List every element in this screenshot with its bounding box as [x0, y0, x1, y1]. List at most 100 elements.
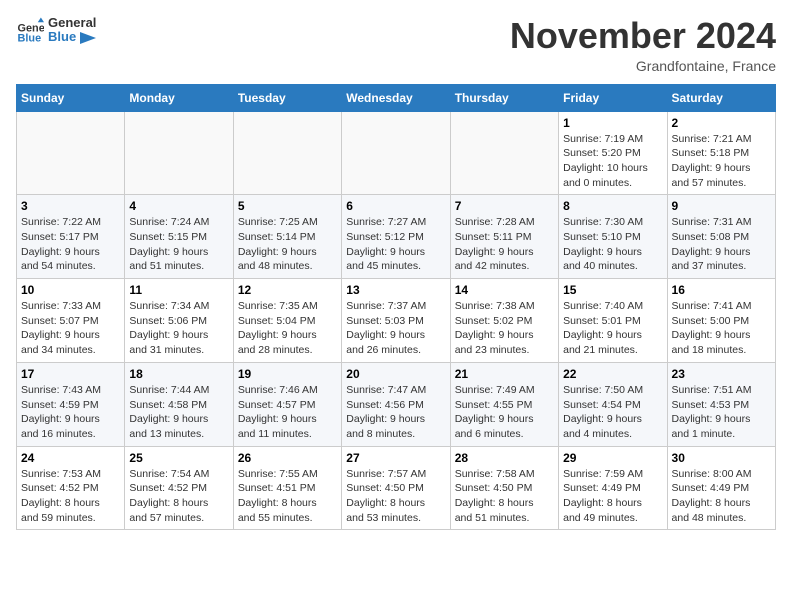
title-block: November 2024 Grandfontaine, France — [510, 16, 776, 74]
calendar-cell: 11Sunrise: 7:34 AM Sunset: 5:06 PM Dayli… — [125, 279, 233, 363]
calendar-cell — [17, 111, 125, 195]
calendar-week-row: 1 Sunrise: 7:19 AM Sunset: 5:20 PM Daylig… — [17, 111, 776, 195]
calendar-cell: 1 Sunrise: 7:19 AM Sunset: 5:20 PM Daylig… — [559, 111, 667, 195]
day-info: Sunrise: 7:50 AM Sunset: 4:54 PM Dayligh… — [563, 383, 662, 442]
calendar-header-thursday: Thursday — [450, 84, 558, 111]
calendar-cell: 2 Sunrise: 7:21 AM Sunset: 5:18 PM Daylig… — [667, 111, 775, 195]
day-number: 26 — [238, 451, 337, 465]
day-info: Sunrise: 7:46 AM Sunset: 4:57 PM Dayligh… — [238, 383, 337, 442]
day-info: Sunrise: 7:38 AM Sunset: 5:02 PM Dayligh… — [455, 299, 554, 358]
day-info: Sunrise: 7:49 AM Sunset: 4:55 PM Dayligh… — [455, 383, 554, 442]
calendar-cell: 19 Sunrise: 7:46 AM Sunset: 4:57 PM Dayli… — [233, 362, 341, 446]
calendar-cell: 9Sunrise: 7:31 AM Sunset: 5:08 PM Daylig… — [667, 195, 775, 279]
calendar-cell: 16Sunrise: 7:41 AM Sunset: 5:00 PM Dayli… — [667, 279, 775, 363]
day-number: 13 — [346, 283, 445, 297]
day-number: 28 — [455, 451, 554, 465]
logo: General Blue General Blue — [16, 16, 96, 45]
day-info: Sunrise: 7:44 AM Sunset: 4:58 PM Dayligh… — [129, 383, 228, 442]
calendar-cell: 27 Sunrise: 7:57 AM Sunset: 4:50 PM Dayli… — [342, 446, 450, 530]
day-number: 5 — [238, 199, 337, 213]
day-number: 23 — [672, 367, 771, 381]
day-info: Sunrise: 7:35 AM Sunset: 5:04 PM Dayligh… — [238, 299, 337, 358]
day-number: 14 — [455, 283, 554, 297]
calendar-cell: 22 Sunrise: 7:50 AM Sunset: 4:54 PM Dayli… — [559, 362, 667, 446]
day-number: 10 — [21, 283, 120, 297]
day-info: Sunrise: 7:58 AM Sunset: 4:50 PM Dayligh… — [455, 467, 554, 526]
calendar-cell: 3 Sunrise: 7:22 AM Sunset: 5:17 PM Daylig… — [17, 195, 125, 279]
calendar-cell: 25Sunrise: 7:54 AM Sunset: 4:52 PM Dayli… — [125, 446, 233, 530]
calendar-cell: 15Sunrise: 7:40 AM Sunset: 5:01 PM Dayli… — [559, 279, 667, 363]
month-title: November 2024 — [510, 16, 776, 56]
day-number: 16 — [672, 283, 771, 297]
calendar-header-wednesday: Wednesday — [342, 84, 450, 111]
calendar-cell: 10 Sunrise: 7:33 AM Sunset: 5:07 PM Dayli… — [17, 279, 125, 363]
day-info: Sunrise: 7:30 AM Sunset: 5:10 PM Dayligh… — [563, 215, 662, 274]
day-info: Sunrise: 7:51 AM Sunset: 4:53 PM Dayligh… — [672, 383, 771, 442]
calendar-header-row: SundayMondayTuesdayWednesdayThursdayFrid… — [17, 84, 776, 111]
calendar-header-sunday: Sunday — [17, 84, 125, 111]
day-info: Sunrise: 7:34 AM Sunset: 5:06 PM Dayligh… — [129, 299, 228, 358]
day-info: Sunrise: 7:19 AM Sunset: 5:20 PM Dayligh… — [563, 132, 662, 191]
calendar-cell: 26 Sunrise: 7:55 AM Sunset: 4:51 PM Dayli… — [233, 446, 341, 530]
calendar-week-row: 17Sunrise: 7:43 AM Sunset: 4:59 PM Dayli… — [17, 362, 776, 446]
day-info: Sunrise: 7:24 AM Sunset: 5:15 PM Dayligh… — [129, 215, 228, 274]
day-number: 19 — [238, 367, 337, 381]
day-number: 3 — [21, 199, 120, 213]
calendar-cell: 17Sunrise: 7:43 AM Sunset: 4:59 PM Dayli… — [17, 362, 125, 446]
calendar-cell: 30 Sunrise: 8:00 AM Sunset: 4:49 PM Dayli… — [667, 446, 775, 530]
day-number: 2 — [672, 116, 771, 130]
calendar-week-row: 24Sunrise: 7:53 AM Sunset: 4:52 PM Dayli… — [17, 446, 776, 530]
calendar-cell: 24Sunrise: 7:53 AM Sunset: 4:52 PM Dayli… — [17, 446, 125, 530]
day-info: Sunrise: 8:00 AM Sunset: 4:49 PM Dayligh… — [672, 467, 771, 526]
logo-icon: General Blue — [16, 16, 44, 44]
calendar-cell: 4 Sunrise: 7:24 AM Sunset: 5:15 PM Daylig… — [125, 195, 233, 279]
logo-general-text: General — [48, 16, 96, 30]
calendar-cell: 7 Sunrise: 7:28 AM Sunset: 5:11 PM Daylig… — [450, 195, 558, 279]
day-number: 29 — [563, 451, 662, 465]
calendar-header-monday: Monday — [125, 84, 233, 111]
calendar-cell: 20Sunrise: 7:47 AM Sunset: 4:56 PM Dayli… — [342, 362, 450, 446]
location-subtitle: Grandfontaine, France — [510, 58, 776, 74]
day-number: 6 — [346, 199, 445, 213]
calendar-cell: 14 Sunrise: 7:38 AM Sunset: 5:02 PM Dayli… — [450, 279, 558, 363]
page-header: General Blue General Blue November 2024 … — [16, 16, 776, 74]
day-info: Sunrise: 7:25 AM Sunset: 5:14 PM Dayligh… — [238, 215, 337, 274]
calendar-cell: 28 Sunrise: 7:58 AM Sunset: 4:50 PM Dayli… — [450, 446, 558, 530]
day-number: 4 — [129, 199, 228, 213]
svg-text:Blue: Blue — [18, 33, 42, 44]
day-number: 8 — [563, 199, 662, 213]
day-info: Sunrise: 7:22 AM Sunset: 5:17 PM Dayligh… — [21, 215, 120, 274]
day-info: Sunrise: 7:21 AM Sunset: 5:18 PM Dayligh… — [672, 132, 771, 191]
calendar-week-row: 10 Sunrise: 7:33 AM Sunset: 5:07 PM Dayli… — [17, 279, 776, 363]
calendar-cell: 29 Sunrise: 7:59 AM Sunset: 4:49 PM Dayli… — [559, 446, 667, 530]
day-number: 20 — [346, 367, 445, 381]
calendar-cell: 18Sunrise: 7:44 AM Sunset: 4:58 PM Dayli… — [125, 362, 233, 446]
logo-arrow-icon — [80, 32, 96, 44]
day-number: 27 — [346, 451, 445, 465]
day-number: 15 — [563, 283, 662, 297]
calendar-cell — [342, 111, 450, 195]
day-number: 24 — [21, 451, 120, 465]
day-info: Sunrise: 7:55 AM Sunset: 4:51 PM Dayligh… — [238, 467, 337, 526]
day-number: 9 — [672, 199, 771, 213]
day-info: Sunrise: 7:28 AM Sunset: 5:11 PM Dayligh… — [455, 215, 554, 274]
calendar-cell: 13Sunrise: 7:37 AM Sunset: 5:03 PM Dayli… — [342, 279, 450, 363]
day-info: Sunrise: 7:57 AM Sunset: 4:50 PM Dayligh… — [346, 467, 445, 526]
day-number: 30 — [672, 451, 771, 465]
day-number: 21 — [455, 367, 554, 381]
day-number: 7 — [455, 199, 554, 213]
calendar-header-tuesday: Tuesday — [233, 84, 341, 111]
day-info: Sunrise: 7:27 AM Sunset: 5:12 PM Dayligh… — [346, 215, 445, 274]
calendar-cell — [450, 111, 558, 195]
day-number: 1 — [563, 116, 662, 130]
day-number: 12 — [238, 283, 337, 297]
calendar-week-row: 3 Sunrise: 7:22 AM Sunset: 5:17 PM Daylig… — [17, 195, 776, 279]
calendar-cell: 6 Sunrise: 7:27 AM Sunset: 5:12 PM Daylig… — [342, 195, 450, 279]
calendar-cell: 12 Sunrise: 7:35 AM Sunset: 5:04 PM Dayli… — [233, 279, 341, 363]
day-number: 25 — [129, 451, 228, 465]
day-number: 22 — [563, 367, 662, 381]
calendar-header-saturday: Saturday — [667, 84, 775, 111]
day-number: 17 — [21, 367, 120, 381]
day-info: Sunrise: 7:59 AM Sunset: 4:49 PM Dayligh… — [563, 467, 662, 526]
day-info: Sunrise: 7:33 AM Sunset: 5:07 PM Dayligh… — [21, 299, 120, 358]
